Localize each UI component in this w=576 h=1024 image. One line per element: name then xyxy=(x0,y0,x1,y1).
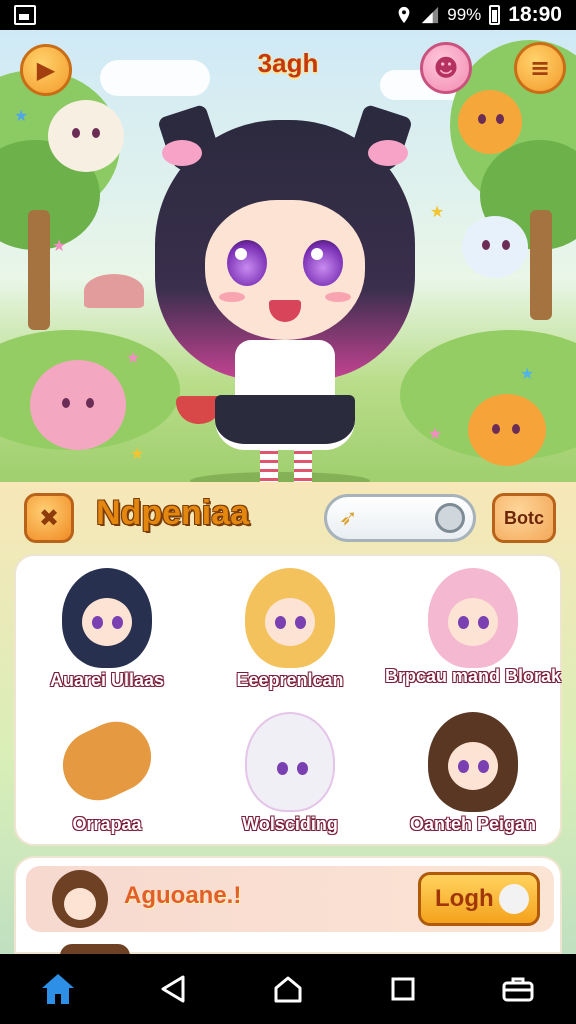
leg-right xyxy=(294,445,312,482)
home-outline-icon xyxy=(274,976,302,1003)
home-outline-button[interactable] xyxy=(258,959,318,1019)
character-name: Auarei Ullaas xyxy=(49,670,165,690)
close-icon: ✖ xyxy=(38,504,60,532)
tree-trunk xyxy=(530,210,552,320)
character-portrait xyxy=(428,712,518,812)
status-bar: 99% 18:90 xyxy=(0,0,576,30)
star-icon: ★ xyxy=(428,424,443,443)
character-name: Brpcau mand Blorak xyxy=(384,666,562,686)
character-panel: ✖ Ndpeniaa ➶ Botc Auarei Ullaas Eeeprenl… xyxy=(0,482,576,956)
recents-icon xyxy=(391,977,415,1001)
recents-button[interactable] xyxy=(373,959,433,1019)
toggle-knob[interactable] xyxy=(435,503,465,533)
game-scene[interactable]: ★ ★ ★ ★ ★ ★ ★ ★ ▶ 3agh ☻ ≡ xyxy=(0,30,576,482)
hair-bow-right xyxy=(368,140,408,166)
character-face xyxy=(205,200,365,340)
star-icon: ★ xyxy=(130,444,145,463)
signal-icon xyxy=(422,6,439,24)
star-icon: ★ xyxy=(52,236,67,255)
home-button[interactable] xyxy=(28,959,88,1019)
character-name: Wolsciding xyxy=(242,814,338,834)
cat-icon xyxy=(499,884,529,914)
blush xyxy=(219,292,245,302)
panel-title: Ndpeniaa xyxy=(96,494,250,532)
character-skirt xyxy=(215,395,355,450)
login-button-label: Logh xyxy=(435,885,494,912)
battery-icon xyxy=(489,5,501,25)
character-name: Orrapaa xyxy=(72,814,142,834)
pet-bear-orange[interactable] xyxy=(458,90,522,154)
hair-bow-left xyxy=(162,140,202,166)
character-shadow xyxy=(190,472,370,482)
character-tile[interactable]: Oanteh Peigan xyxy=(382,706,564,846)
blush xyxy=(325,292,351,302)
character-tile[interactable]: Eeeprenlcan xyxy=(199,562,381,702)
login-banner: Aguoane.! Logh xyxy=(26,866,554,932)
toolbox-icon xyxy=(502,977,534,1002)
side-button[interactable]: Botc xyxy=(492,493,556,543)
pet-ghost-blue[interactable] xyxy=(462,216,528,278)
close-button[interactable]: ✖ xyxy=(24,493,74,543)
navigation-bar xyxy=(0,954,576,1024)
eye-left xyxy=(227,240,267,286)
character-portrait xyxy=(428,568,518,668)
mushroom xyxy=(84,274,144,308)
battery-percent: 99% xyxy=(447,5,482,24)
login-message: Aguoane.! xyxy=(124,882,242,909)
character-tile[interactable]: Orrapaa xyxy=(16,706,198,846)
wing-icon: ➶ xyxy=(339,506,358,531)
character-portrait xyxy=(62,568,152,668)
tree-trunk xyxy=(28,210,50,330)
leg-left xyxy=(260,445,278,482)
back-icon xyxy=(161,975,185,1003)
eye-right xyxy=(303,240,343,286)
login-card: Aguoane.! Logh xyxy=(14,856,562,956)
menu-button[interactable]: ≡ xyxy=(514,42,566,94)
character-grid: Auarei Ullaas Eeeprenlcan Brpcau mand Bl… xyxy=(14,554,562,846)
character-tile[interactable]: Wolsciding xyxy=(199,706,381,846)
cat-portrait xyxy=(245,712,335,812)
toolbox-button[interactable] xyxy=(488,959,548,1019)
feature-toggle[interactable]: ➶ xyxy=(324,494,476,542)
main-character[interactable] xyxy=(150,103,420,482)
character-tile[interactable]: Brpcau mand Blorak xyxy=(382,562,564,702)
login-button[interactable]: Logh xyxy=(418,872,540,926)
character-name: Eeeprenlcan xyxy=(236,670,344,690)
pet-cat-cream[interactable] xyxy=(48,100,124,172)
star-icon: ★ xyxy=(520,364,535,383)
back-button[interactable] xyxy=(143,959,203,1019)
character-portrait xyxy=(245,568,335,668)
screenshot-notification-icon xyxy=(14,5,36,25)
home-icon xyxy=(41,974,74,1004)
star-icon: ★ xyxy=(14,106,29,125)
location-icon xyxy=(398,6,410,24)
mouth xyxy=(269,300,301,322)
menu-icon: ≡ xyxy=(529,54,551,82)
food-item-portrait xyxy=(51,710,163,812)
character-name: Oanteh Peigan xyxy=(409,814,537,834)
character-tile[interactable]: Auarei Ullaas xyxy=(16,562,198,702)
profile-button[interactable]: ☻ xyxy=(420,42,472,94)
game-title: 3agh xyxy=(257,48,319,78)
clock: 18:90 xyxy=(508,3,562,26)
avatar xyxy=(52,870,108,928)
star-icon: ★ xyxy=(126,348,141,367)
star-icon: ★ xyxy=(430,202,445,221)
pet-fluffy-pink[interactable] xyxy=(30,360,126,450)
person-icon: ☻ xyxy=(433,54,459,82)
pet-blob-orange[interactable] xyxy=(468,394,546,466)
